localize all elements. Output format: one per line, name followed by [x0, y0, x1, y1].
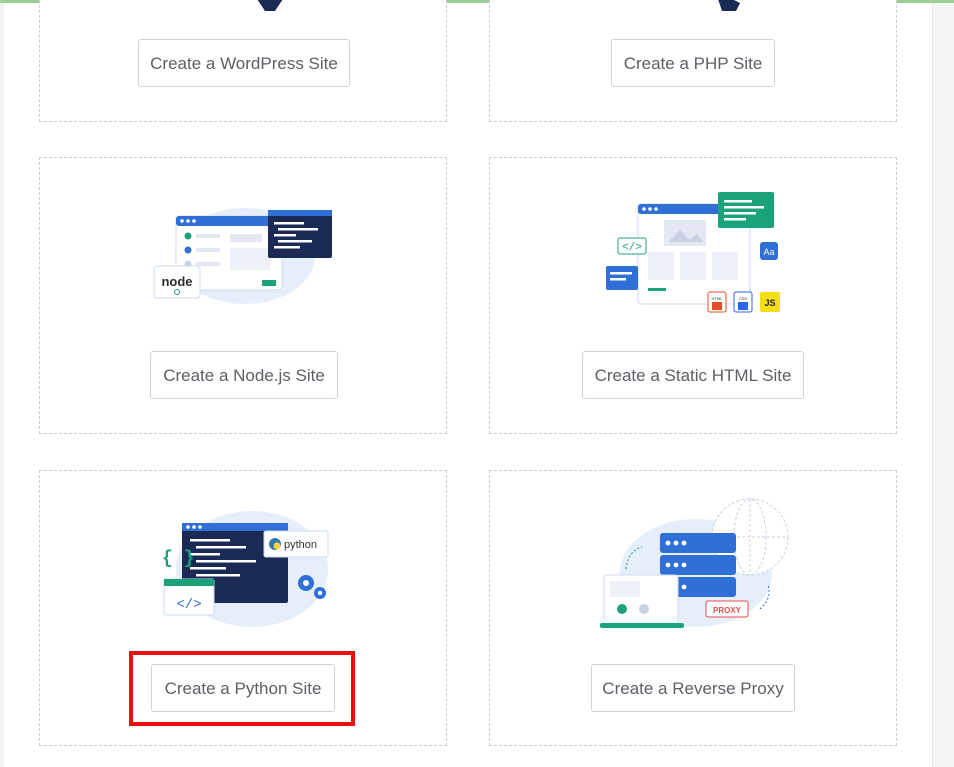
create-nodejs-site-button[interactable]: Create a Node.js Site	[150, 351, 338, 399]
svg-text:</>: </>	[176, 597, 201, 613]
static-html-illustration: </> Aa HTML CSS JS	[606, 192, 780, 313]
create-wordpress-site-button[interactable]: Create a WordPress Site	[138, 39, 350, 87]
svg-text:</>: </>	[622, 242, 642, 254]
font-badge: Aa	[763, 247, 774, 257]
card-nodejs: node Create a Node.js Site	[39, 157, 447, 434]
reverse-proxy-illustration: PROXY	[600, 498, 789, 628]
highlight-box	[129, 651, 355, 726]
create-php-site-button[interactable]: Create a PHP Site	[611, 39, 775, 87]
create-static-html-site-button[interactable]: Create a Static HTML Site	[582, 351, 804, 399]
php-illustration	[718, 0, 740, 11]
js-badge: JS	[764, 298, 775, 308]
create-reverse-proxy-button[interactable]: Create a Reverse Proxy	[591, 664, 795, 712]
python-illustration: { } </> python	[162, 511, 329, 627]
proxy-tag: PROXY	[713, 606, 742, 615]
card-php: Create a PHP Site	[489, 0, 897, 122]
card-wordpress: Create a WordPress Site	[39, 0, 447, 122]
html-badge: HTML	[712, 296, 724, 301]
left-edge	[0, 3, 4, 767]
wordpress-illustration	[257, 0, 283, 11]
card-static-html: </> Aa HTML CSS JS Create a Static HTML …	[489, 157, 897, 434]
card-reverse-proxy: PROXY Create a Reverse Proxy	[489, 470, 897, 746]
right-scroll-panel	[932, 3, 954, 767]
svg-text:{ }: { }	[162, 549, 194, 569]
nodejs-illustration: node	[153, 208, 332, 304]
node-logo-text: node	[161, 274, 192, 289]
css-badge: CSS	[739, 296, 748, 301]
python-logo-text: python	[284, 539, 317, 551]
